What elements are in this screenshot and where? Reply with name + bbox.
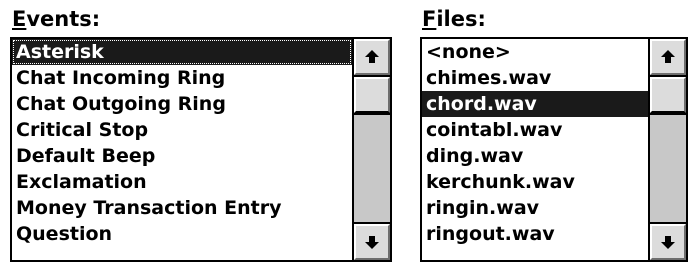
events-item-chat-incoming-ring[interactable]: Chat Incoming Ring: [12, 65, 352, 91]
events-label-text: vents:: [26, 7, 101, 31]
arrow-up-icon: [661, 50, 675, 63]
files-item-ding[interactable]: ding.wav: [422, 143, 648, 169]
events-scroll-down-frame: [354, 222, 390, 260]
files-scroll-up-frame: [650, 39, 686, 77]
events-label-mnemonic: E: [12, 7, 27, 31]
files-scroll-up-button[interactable]: [650, 39, 686, 75]
files-listbox[interactable]: <none> chimes.wav chord.wav cointabl.wav…: [420, 37, 688, 262]
files-label-mnemonic: F: [422, 7, 437, 31]
files-item-chimes[interactable]: chimes.wav: [422, 65, 648, 91]
events-scroll-down-button[interactable]: [354, 224, 390, 260]
events-scroll-up-frame: [354, 39, 390, 77]
files-scroll-down-button[interactable]: [650, 224, 686, 260]
files-scroll-thumb-frame: [650, 75, 686, 115]
files-scrollbar[interactable]: [648, 39, 686, 260]
events-scrollbar[interactable]: [352, 39, 390, 260]
events-label: Events:: [12, 6, 100, 32]
arrow-down-icon: [365, 236, 379, 249]
files-item-none[interactable]: <none>: [422, 39, 648, 65]
files-label-text: iles:: [436, 7, 486, 31]
events-item-money-transaction-entry[interactable]: Money Transaction Entry: [12, 195, 352, 221]
events-item-asterisk[interactable]: Asterisk: [12, 39, 352, 65]
files-item-ringout[interactable]: ringout.wav: [422, 221, 648, 247]
files-item-kerchunk[interactable]: kerchunk.wav: [422, 169, 648, 195]
files-item-chord[interactable]: chord.wav: [422, 91, 648, 117]
files-scroll-down-frame: [650, 222, 686, 260]
files-label: Files:: [422, 6, 486, 32]
files-item-ringin[interactable]: ringin.wav: [422, 195, 648, 221]
files-item-cointabl[interactable]: cointabl.wav: [422, 117, 648, 143]
events-list-items: Asterisk Chat Incoming Ring Chat Outgoin…: [12, 39, 352, 260]
events-item-exclamation[interactable]: Exclamation: [12, 169, 352, 195]
arrow-down-icon: [661, 236, 675, 249]
events-item-critical-stop[interactable]: Critical Stop: [12, 117, 352, 143]
events-scroll-thumb-frame: [354, 75, 390, 115]
events-listbox[interactable]: Asterisk Chat Incoming Ring Chat Outgoin…: [10, 37, 392, 262]
files-scroll-thumb[interactable]: [650, 77, 686, 113]
events-item-question[interactable]: Question: [12, 221, 352, 247]
events-scroll-thumb[interactable]: [354, 77, 390, 113]
events-item-default-beep[interactable]: Default Beep: [12, 143, 352, 169]
events-scroll-up-button[interactable]: [354, 39, 390, 75]
events-item-chat-outgoing-ring[interactable]: Chat Outgoing Ring: [12, 91, 352, 117]
files-list-items: <none> chimes.wav chord.wav cointabl.wav…: [422, 39, 648, 260]
arrow-up-icon: [365, 50, 379, 63]
